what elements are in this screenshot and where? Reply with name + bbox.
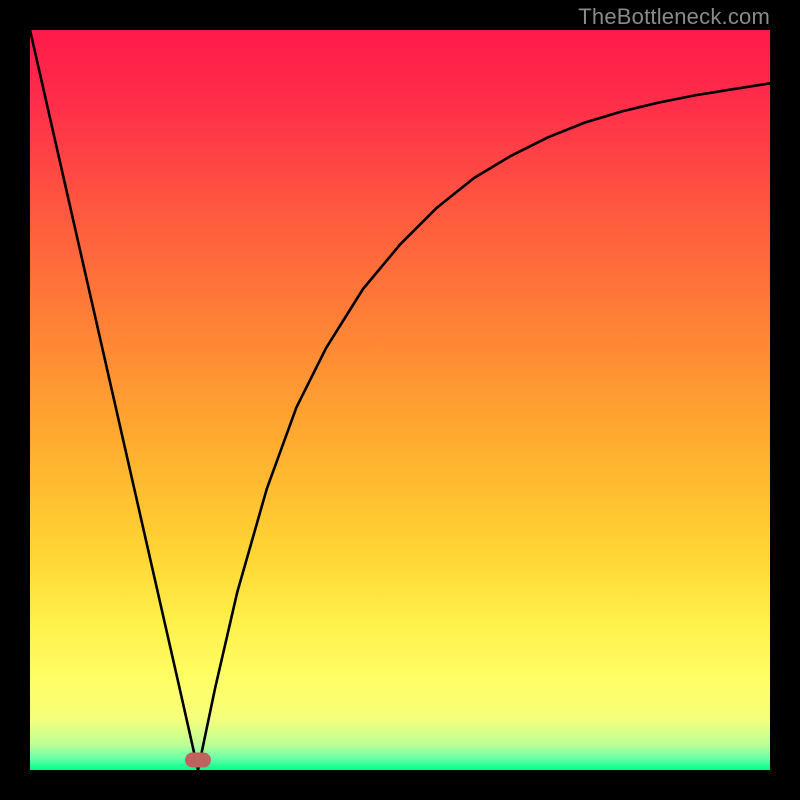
- watermark-text: TheBottleneck.com: [578, 4, 770, 30]
- plot-area: [30, 30, 770, 770]
- bottleneck-curve: [30, 30, 770, 770]
- optimal-marker: [185, 753, 211, 768]
- chart-frame: TheBottleneck.com: [0, 0, 800, 800]
